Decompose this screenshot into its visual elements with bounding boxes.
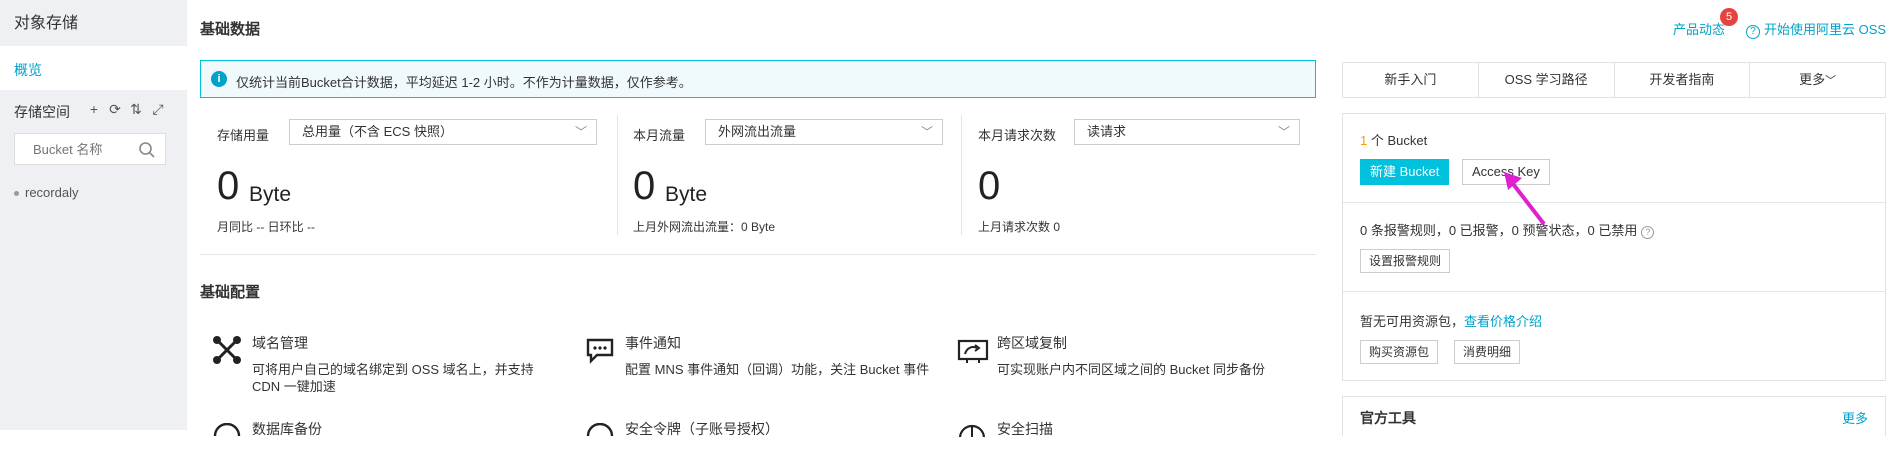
feature-title: 安全扫描 [997,421,1053,437]
new-bucket-button[interactable]: 新建 Bucket [1360,159,1450,185]
notice-text: 仅统计当前Bucket合计数据，平均延迟 1-2 小时。不作为计量数据，仅作参考… [236,75,692,90]
set-alarm-button[interactable]: 设置报警规则 [1360,249,1451,273]
feature-title: 域名管理 [252,335,308,351]
bucket-name: recordaly [25,185,79,200]
metric-traffic: 本月流量 外网流出流量 ﹀ 0 Byte 上月外网流出流量：0 Byte [633,112,943,240]
metric-value: 0 [217,164,240,208]
search-icon[interactable] [138,141,156,159]
divider [961,115,962,235]
bucket-summary-panel: 1 个 Bucket 新建 Bucket Access Key 0 条报警规则，… [1342,113,1886,381]
official-tools-panel: 官方工具 更多 [1342,396,1886,436]
expand-icon[interactable]: ⤢ [150,101,166,118]
metric-requests: 本月请求次数 读请求 ﹀ 0 上月请求次数 0 [978,112,1300,240]
product-news-link[interactable]: 产品动态 [1673,19,1725,38]
resource-package-info: 暂无可用资源包，查看价格介绍 [1360,311,1542,330]
resource-package-text: 暂无可用资源包， [1360,314,1465,329]
bucket-count: 1 个 Bucket [1360,130,1427,149]
feature-title: 数据库备份 [252,421,322,437]
metric-label: 存储用量 [217,128,270,143]
metric-sub: 月同比 -- 日环比 -- [217,220,315,234]
notification-icon [586,338,614,364]
divider [1343,291,1885,292]
metric-value: 0 [633,164,656,208]
feature-desc: 配置 MNS 事件通知（回调）功能，关注 Bucket 事件 [625,362,930,377]
scan-icon [958,424,986,437]
metric-unit: Byte [665,183,708,206]
feature-title: 跨区域复制 [997,335,1067,351]
notice-banner: i 仅统计当前Bucket合计数据，平均延迟 1-2 小时。不作为计量数据，仅作… [200,60,1316,98]
start-guide-link[interactable]: ? 开始使用阿里云 OSS [1746,19,1886,39]
select-value: 读请求 [1087,124,1127,139]
feature-title: 安全令牌（子账号授权） [625,421,779,437]
metric-sub: 上月外网流出流量：0 Byte [633,220,776,234]
storage-space-label: 存储空间 [14,104,70,120]
storage-type-select[interactable]: 总用量（不含 ECS 快照） ﹀ [289,119,597,145]
tab-learning-path[interactable]: OSS 学习路径 [1479,63,1615,97]
tab-getting-started[interactable]: 新手入门 [1343,63,1479,97]
section-divider [200,254,1316,255]
select-value: 总用量（不含 ECS 快照） [302,124,453,139]
chevron-down-icon: ﹀ [574,125,587,139]
divider [1343,202,1885,203]
sidebar-item-overview-label: 概览 [14,62,42,78]
backup-icon [213,423,241,437]
sidebar: 对象存储 概览 存储空间 + ⟳ ⇅ ⤢ recordaly [0,0,187,430]
metric-label: 本月请求次数 [978,128,1057,143]
help-icon[interactable]: ? [1641,226,1655,239]
bucket-search [14,133,166,165]
price-intro-link[interactable]: 查看价格介绍 [1464,314,1542,329]
sidebar-title: 对象存储 [14,15,79,32]
add-icon[interactable]: + [86,101,102,117]
sort-icon[interactable]: ⇅ [128,101,144,118]
alarm-text: 0 条报警规则，0 已报警，0 预警状态，0 已禁用 [1360,223,1638,238]
page-title: 基础数据 [200,21,261,38]
metric-storage: 存储用量 总用量（不含 ECS 快照） ﹀ 0 Byte 月同比 -- 日环比 … [217,112,597,240]
bucket-list-item[interactable]: recordaly [14,185,78,200]
bucket-search-input[interactable] [15,134,133,164]
chevron-down-icon: ﹀ [1277,125,1290,139]
chevron-down-icon: ﹀ [1825,75,1837,87]
config-title: 基础配置 [200,284,261,301]
feature-desc: 可实现账户内不同区域之间的 Bucket 同步备份 [997,362,1265,377]
start-guide-label: 开始使用阿里云 OSS [1764,22,1887,37]
request-type-select[interactable]: 读请求 ﹀ [1074,119,1300,145]
feature-desc: 可将用户自己的域名绑定到 OSS 域名上，并支持 CDN 一键加速 [252,362,534,394]
buy-package-button[interactable]: 购买资源包 [1360,340,1439,364]
tools-title: 官方工具 [1360,410,1416,426]
usage-detail-button[interactable]: 消费明细 [1454,340,1521,364]
bucket-dot-icon [14,191,19,197]
news-badge: 5 [1720,8,1738,26]
token-icon [586,423,614,437]
traffic-type-select[interactable]: 外网流出流量 ﹀ [705,119,943,145]
replication-icon [957,339,989,363]
metric-unit: Byte [249,183,292,206]
bucket-count-number: 1 [1360,133,1368,148]
feature-title: 事件通知 [625,335,681,351]
tab-more[interactable]: 更多﹀ [1750,63,1885,97]
tab-more-label: 更多 [1799,72,1826,87]
help-icon: ? [1746,25,1760,39]
bucket-count-label: 个 Bucket [1370,133,1428,148]
chevron-down-icon: ﹀ [920,125,933,139]
divider [617,115,618,235]
quick-links: 新手入门 OSS 学习路径 开发者指南 更多﹀ [1342,62,1886,98]
info-icon: i [211,71,227,87]
tab-developer-guide[interactable]: 开发者指南 [1615,63,1751,97]
domain-icon [213,336,241,364]
sidebar-item-overview[interactable]: 概览 [0,46,187,90]
annotation-arrow-icon [1504,172,1546,226]
metric-label: 本月流量 [633,128,686,143]
refresh-icon[interactable]: ⟳ [107,101,123,118]
select-value: 外网流出流量 [718,124,797,139]
metric-value: 0 [978,164,1001,208]
metric-sub: 上月请求次数 0 [978,220,1061,234]
tools-more-link[interactable]: 更多 [1842,408,1868,427]
